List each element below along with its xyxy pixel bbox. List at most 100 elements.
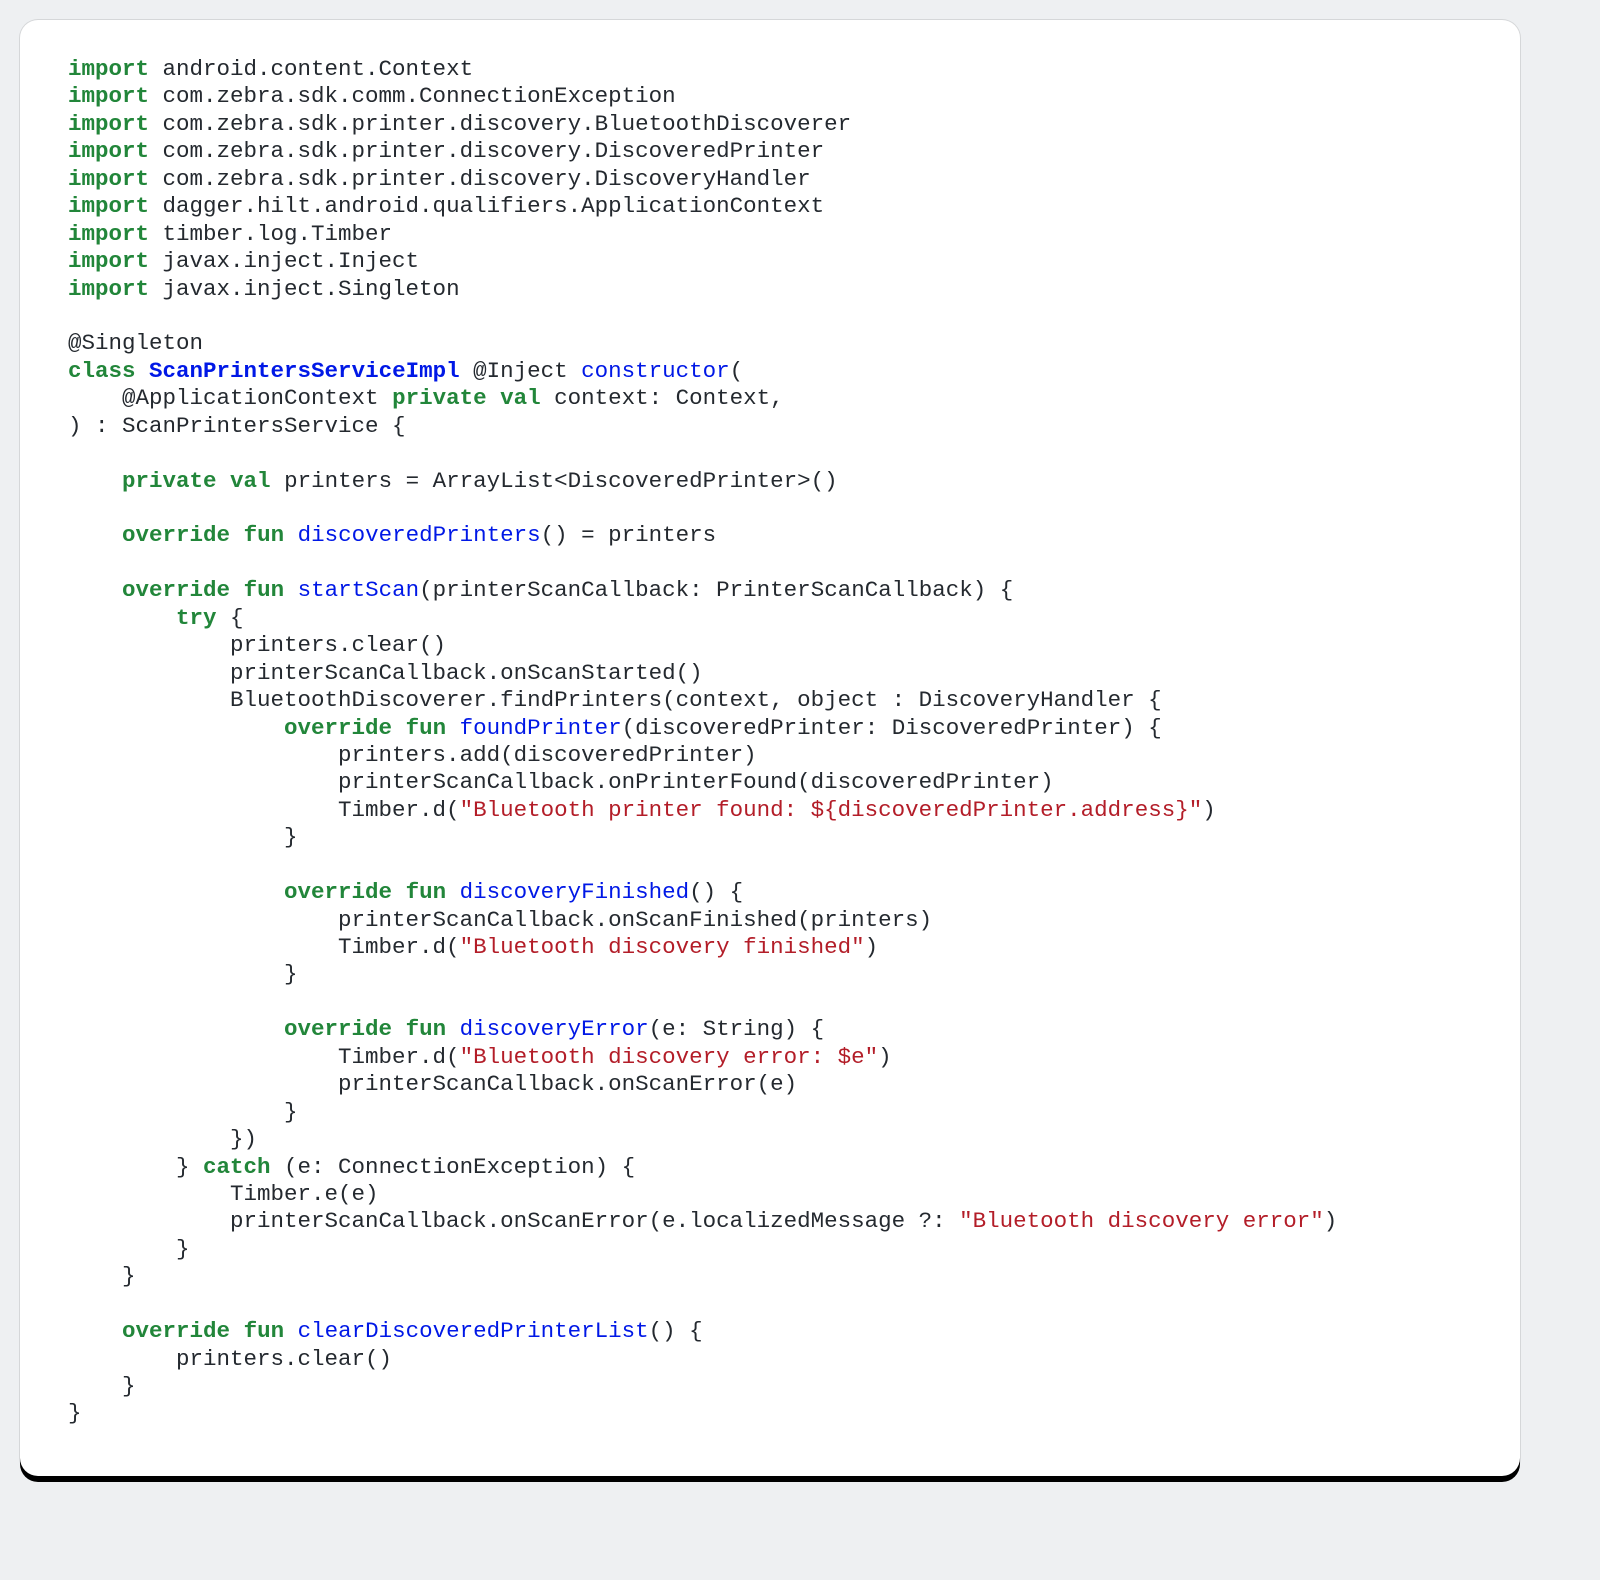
space — [230, 577, 244, 603]
text: @Inject — [460, 358, 582, 384]
code-line: printers.add(discoveredPrinter) — [68, 742, 757, 768]
indent — [68, 468, 122, 494]
keyword-import: import — [68, 111, 149, 137]
text: () { — [689, 879, 743, 905]
text: context: Context, — [541, 385, 784, 411]
text: ( — [730, 358, 744, 384]
code-card: import android.content.Context import co… — [20, 20, 1520, 1476]
code-line: printerScanCallback.onScanStarted() — [68, 660, 703, 686]
text: Timber.d( — [68, 1044, 460, 1070]
text: printerScanCallback.onScanError(e.locali… — [68, 1208, 959, 1234]
import-path: timber.log.Timber — [149, 221, 392, 247]
keyword-import: import — [68, 138, 149, 164]
import-path: com.zebra.sdk.printer.discovery.Bluetoot… — [149, 111, 851, 137]
import-path: javax.inject.Singleton — [149, 276, 460, 302]
code-line: printerScanCallback.onScanFinished(print… — [68, 907, 932, 933]
space — [392, 879, 406, 905]
space — [284, 522, 298, 548]
text: printers = ArrayList<DiscoveredPrinter>(… — [271, 468, 838, 494]
code-line: printers.clear() — [68, 1346, 392, 1372]
keyword-override: override — [284, 715, 392, 741]
constructor-keyword: constructor — [581, 358, 730, 384]
text: ) — [878, 1044, 892, 1070]
import-path: com.zebra.sdk.comm.ConnectionException — [149, 83, 676, 109]
code-line: } — [68, 1236, 190, 1262]
indent — [68, 715, 284, 741]
import-path: javax.inject.Inject — [149, 248, 419, 274]
keyword-import: import — [68, 83, 149, 109]
string-literal: "Bluetooth discovery finished" — [460, 934, 865, 960]
keyword-override: override — [284, 879, 392, 905]
text: @ApplicationContext — [68, 385, 392, 411]
text: Timber.d( — [68, 797, 460, 823]
import-path: com.zebra.sdk.printer.discovery.Discover… — [149, 166, 811, 192]
keyword-fun: fun — [244, 522, 285, 548]
indent — [68, 879, 284, 905]
code-line: printerScanCallback.onPrinterFound(disco… — [68, 769, 1054, 795]
fn-discoveryFinished: discoveryFinished — [460, 879, 690, 905]
text: ) — [865, 934, 879, 960]
space — [487, 385, 501, 411]
fn-discoveryError: discoveryError — [460, 1016, 649, 1042]
code-line: printers.clear() — [68, 632, 446, 658]
keyword-override: override — [122, 1318, 230, 1344]
keyword-catch: catch — [203, 1154, 271, 1180]
indent — [68, 1318, 122, 1344]
fn-startScan: startScan — [298, 577, 420, 603]
space — [446, 879, 460, 905]
text: ) — [1202, 797, 1216, 823]
text: (e: String) { — [649, 1016, 825, 1042]
keyword-override: override — [122, 522, 230, 548]
keyword-import: import — [68, 56, 149, 82]
text: Timber.d( — [68, 934, 460, 960]
space — [230, 1318, 244, 1344]
keyword-fun: fun — [244, 1318, 285, 1344]
text: (printerScanCallback: PrinterScanCallbac… — [419, 577, 1013, 603]
code-line: } — [68, 824, 298, 850]
keyword-import: import — [68, 276, 149, 302]
keyword-import: import — [68, 221, 149, 247]
code-line: BluetoothDiscoverer.findPrinters(context… — [68, 687, 1162, 713]
text: () { — [649, 1318, 703, 1344]
space — [392, 715, 406, 741]
indent — [68, 1016, 284, 1042]
keyword-val: val — [500, 385, 541, 411]
indent — [68, 605, 176, 631]
fn-discoveredPrinters: discoveredPrinters — [298, 522, 541, 548]
keyword-fun: fun — [406, 715, 447, 741]
keyword-import: import — [68, 193, 149, 219]
keyword-import: import — [68, 166, 149, 192]
string-literal: "Bluetooth printer found: ${discoveredPr… — [460, 797, 1203, 823]
space — [284, 577, 298, 603]
code-line: printerScanCallback.onScanError(e) — [68, 1071, 797, 1097]
keyword-fun: fun — [244, 577, 285, 603]
import-path: android.content.Context — [149, 56, 473, 82]
keyword-override: override — [122, 577, 230, 603]
import-path: com.zebra.sdk.printer.discovery.Discover… — [149, 138, 824, 164]
code-line: } — [68, 1099, 298, 1125]
keyword-override: override — [284, 1016, 392, 1042]
string-literal: "Bluetooth discovery error: $e" — [460, 1044, 879, 1070]
indent — [68, 522, 122, 548]
indent — [68, 577, 122, 603]
text: ) : ScanPrintersService { — [68, 413, 406, 439]
class-name: ScanPrintersServiceImpl — [149, 358, 460, 384]
keyword-class: class — [68, 358, 136, 384]
space — [392, 1016, 406, 1042]
fn-clearDiscoveredPrinterList: clearDiscoveredPrinterList — [298, 1318, 649, 1344]
code-line: }) — [68, 1126, 257, 1152]
space — [284, 1318, 298, 1344]
import-path: dagger.hilt.android.qualifiers.Applicati… — [149, 193, 824, 219]
keyword-private: private — [392, 385, 487, 411]
string-literal: "Bluetooth discovery error" — [959, 1208, 1324, 1234]
code-block: import android.content.Context import co… — [68, 56, 1472, 1428]
keyword-fun: fun — [406, 1016, 447, 1042]
keyword-fun: fun — [406, 879, 447, 905]
space — [217, 468, 231, 494]
text: ) — [1324, 1208, 1338, 1234]
text: () = printers — [541, 522, 717, 548]
fn-foundPrinter: foundPrinter — [460, 715, 622, 741]
keyword-import: import — [68, 248, 149, 274]
code-line: } — [68, 1400, 82, 1426]
keyword-try: try — [176, 605, 217, 631]
